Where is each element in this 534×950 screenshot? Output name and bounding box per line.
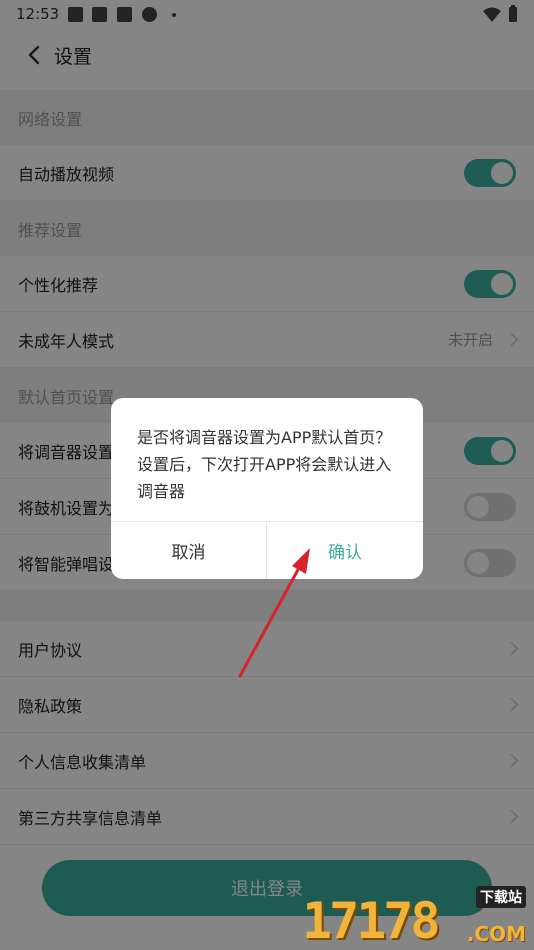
watermark-site-label: 下载站 <box>476 886 526 908</box>
watermark-number: 17178 <box>302 892 441 950</box>
confirm-button[interactable]: 确认 <box>267 522 423 579</box>
cancel-button[interactable]: 取消 <box>111 522 266 579</box>
watermark-suffix: .COM <box>466 922 526 946</box>
dialog-message: 是否将调音器设置为APP默认首页？设置后，下次打开APP将会默认进入调音器 <box>137 428 392 501</box>
confirm-dialog: 是否将调音器设置为APP默认首页？设置后，下次打开APP将会默认进入调音器 取消… <box>111 398 423 579</box>
watermark-logo: 17178 下载站 .COM <box>302 884 528 950</box>
